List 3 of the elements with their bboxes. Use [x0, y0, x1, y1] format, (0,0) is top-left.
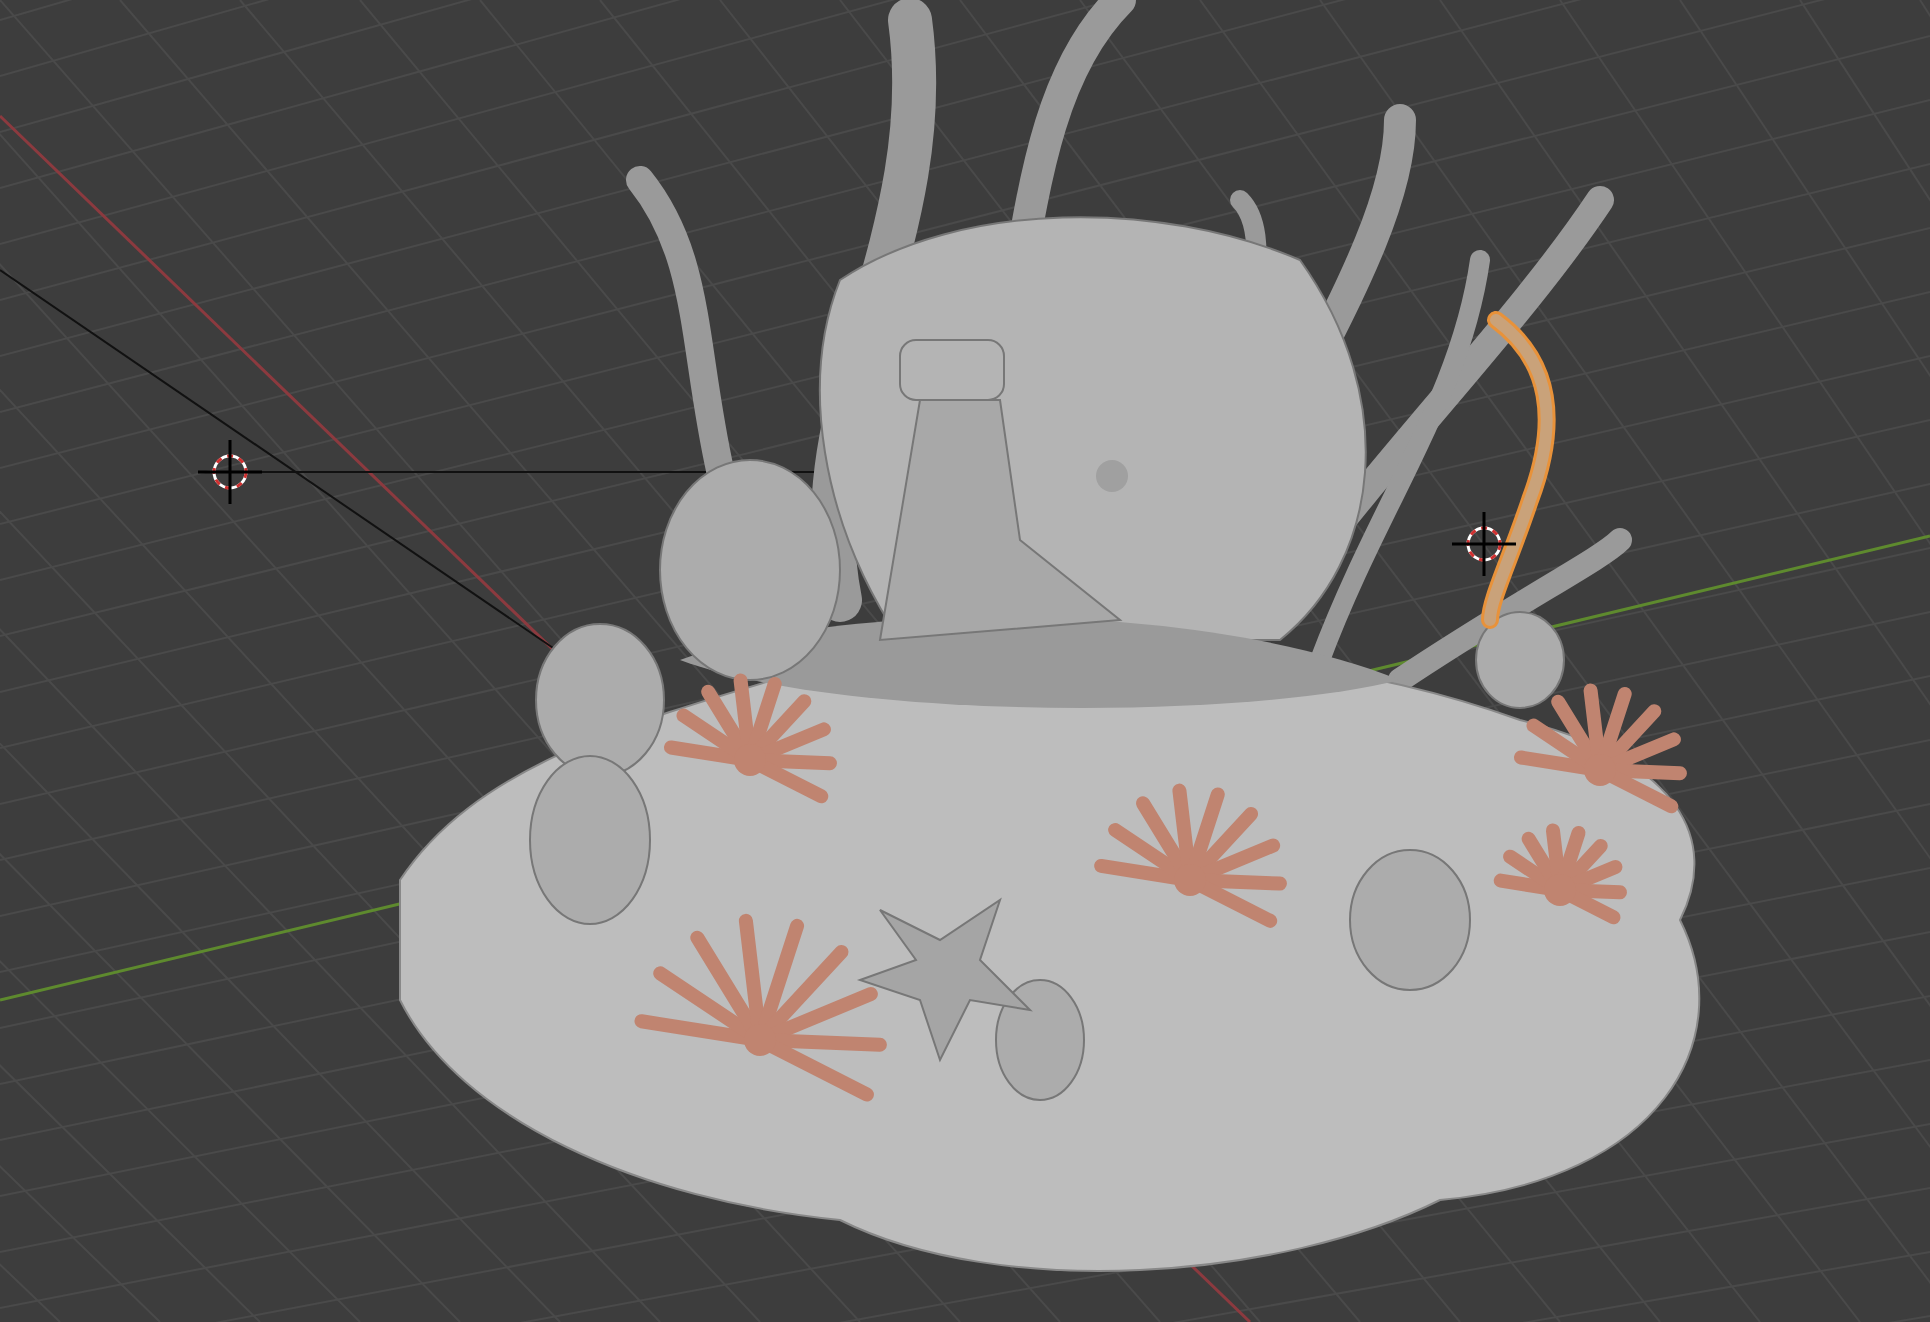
seaweed-strand[interactable]: [1481, 311, 1556, 629]
crosshair-icon[interactable]: [1452, 512, 1516, 576]
crosshair-icon[interactable]: [198, 440, 262, 504]
